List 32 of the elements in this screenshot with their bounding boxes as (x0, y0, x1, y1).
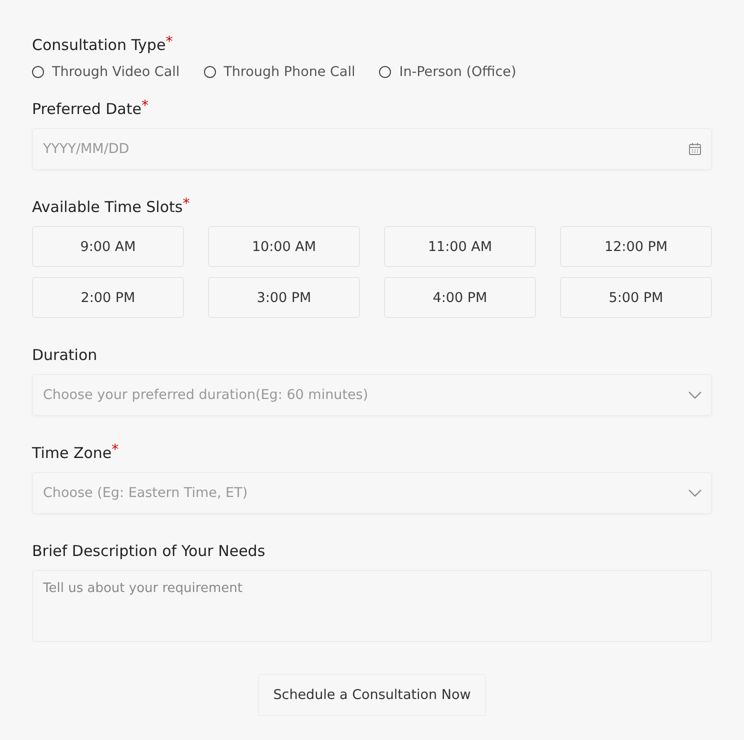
time-slot-button[interactable]: 12:00 PM (560, 226, 712, 267)
time-slot-button[interactable]: 11:00 AM (384, 226, 536, 267)
submit-button[interactable]: Schedule a Consultation Now (258, 674, 486, 716)
time-slot-button[interactable]: 4:00 PM (384, 277, 536, 318)
dropdown-field[interactable]: Choose (Eg: Eastern Time, ET) (32, 472, 712, 514)
required-mark: * (166, 34, 173, 50)
field-label: Available Time Slots (32, 197, 183, 218)
time-slot-button[interactable]: 3:00 PM (208, 277, 360, 318)
field-label: Brief Description of Your Needs (32, 541, 266, 562)
radio-option[interactable]: In-Person (Office) (379, 64, 516, 80)
time-slot-button[interactable]: 2:00 PM (32, 277, 184, 318)
radio-circle[interactable] (32, 66, 44, 78)
radio-option[interactable]: Through Phone Call (204, 64, 356, 80)
radio-circle[interactable] (379, 66, 392, 78)
time-slot-button[interactable]: 9:00 AM (32, 226, 184, 267)
chevron-down-icon (688, 489, 702, 497)
time-slot-button[interactable]: 10:00 AM (208, 226, 360, 267)
chevron-down-icon (688, 391, 702, 399)
required-mark: * (112, 442, 119, 458)
calendar-icon (688, 142, 702, 156)
radio-option[interactable]: Through Video Call (32, 64, 180, 80)
dropdown-field[interactable]: Choose your preferred duration(Eg: 60 minutes) (32, 374, 712, 416)
date-field[interactable]: YYYY/MM/DD (32, 128, 712, 170)
field-label: Time Zone (32, 443, 112, 464)
field-label: Preferred Date (32, 99, 142, 120)
required-mark: * (141, 98, 148, 114)
radio-circle[interactable] (204, 66, 216, 78)
description-field[interactable]: Tell us about your requirement (32, 570, 712, 642)
time-slot-button[interactable]: 5:00 PM (560, 277, 712, 318)
field-label: Duration (32, 345, 98, 366)
required-mark: * (182, 196, 190, 212)
field-label: Consultation Type (32, 35, 166, 56)
